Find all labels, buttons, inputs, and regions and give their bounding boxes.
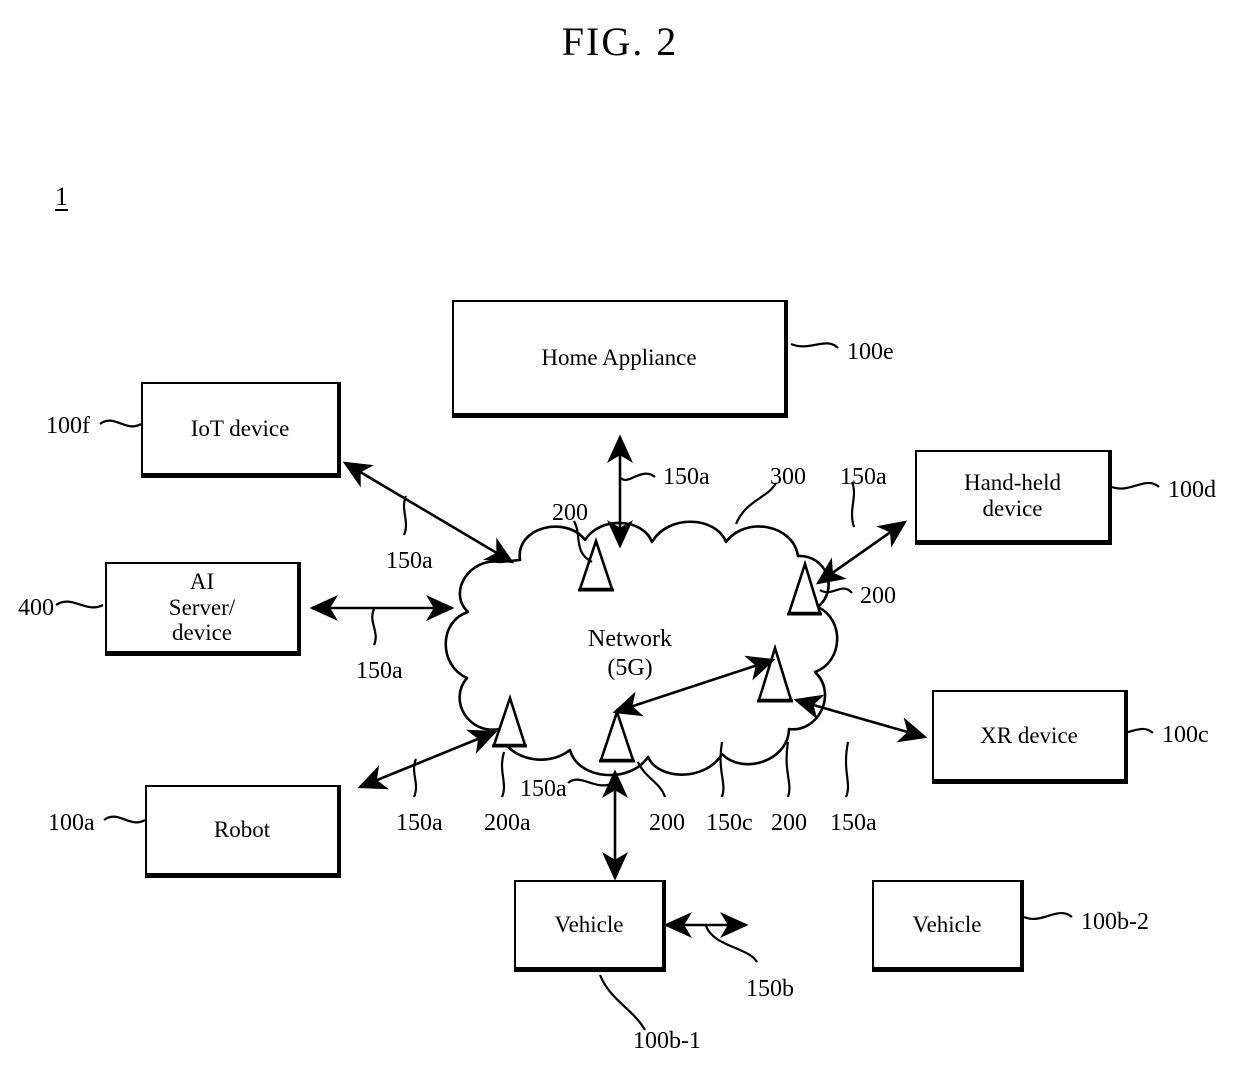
leader-200-top-left <box>573 520 593 563</box>
ref-100c: 100c <box>1162 722 1209 748</box>
ref-200-right-upper: 200 <box>860 583 896 609</box>
figure-title: FIG. 2 <box>561 19 679 64</box>
leader-400 <box>55 600 104 609</box>
node-vehicle-2-label: Vehicle <box>912 911 982 937</box>
ref-150a-iot: 150a <box>386 548 433 574</box>
node-vehicle-1[interactable]: Vehicle <box>514 880 666 972</box>
ref-100b-2: 100b-2 <box>1081 909 1149 935</box>
leader-150a-xr <box>844 741 850 798</box>
ref-100b-1: 100b-1 <box>633 1028 701 1054</box>
leader-100d <box>1111 481 1160 490</box>
node-ai-server[interactable]: AI Server/ device <box>105 562 301 656</box>
network-cloud-label: Network (5G) <box>565 625 695 683</box>
ref-150a-xr: 150a <box>830 810 877 836</box>
ref-150a-robot: 150a <box>396 810 443 836</box>
leader-150a-vehicle <box>567 778 614 787</box>
node-home-appliance[interactable]: Home Appliance <box>452 300 788 418</box>
leader-200a <box>500 751 506 798</box>
leader-200-right-upper <box>819 587 853 594</box>
base-station-tower-bottom-center <box>599 707 635 763</box>
ref-150a-handheld: 150a <box>840 464 887 490</box>
leader-200-bottom-center <box>636 761 667 798</box>
leader-150b <box>704 925 758 963</box>
node-robot-label: Robot <box>213 817 271 843</box>
ref-150a-ai-server: 150a <box>356 658 403 684</box>
node-iot-device[interactable]: IoT device <box>141 382 341 478</box>
ref-300-network: 300 <box>770 464 806 490</box>
ref-400: 400 <box>18 595 54 621</box>
ref-150b-vehicle-link: 150b <box>746 976 794 1002</box>
node-hand-held-device-label-line2: device <box>982 496 1043 521</box>
leader-150c <box>719 741 725 798</box>
node-ai-server-label-line3: device <box>171 620 232 646</box>
node-robot[interactable]: Robot <box>145 785 341 878</box>
leader-100b-1 <box>598 974 646 1031</box>
node-hand-held-device-label-line1: Hand-held <box>963 470 1062 496</box>
leader-150a-iot <box>402 495 408 536</box>
link-xr-device <box>793 694 928 743</box>
ref-200-bottom-right: 200 <box>771 810 807 836</box>
leader-100f <box>99 419 142 428</box>
base-station-tower-top <box>578 536 614 592</box>
ref-150c-xr: 150c <box>706 810 753 836</box>
base-station-tower-right-lower <box>757 643 793 703</box>
node-ai-server-label-line2: Server/ <box>168 594 236 620</box>
node-vehicle-2[interactable]: Vehicle <box>872 880 1024 972</box>
figure-system-number: 1 <box>55 182 68 211</box>
node-xr-device-label: XR device <box>980 722 1078 748</box>
ref-200-top-left: 200 <box>552 500 588 526</box>
figure-page: FIG. 2 1 Home Appliance IoT device AI Se… <box>0 0 1240 1069</box>
ref-100d: 100d <box>1168 477 1216 503</box>
leader-200-bottom-right <box>785 741 791 798</box>
node-vehicle-1-label: Vehicle <box>554 911 624 937</box>
link-robot <box>357 729 498 790</box>
base-station-tower-left-lower <box>492 693 527 748</box>
leader-100e <box>790 342 839 349</box>
leader-150a-home <box>620 472 656 481</box>
leader-100b-2 <box>1023 911 1073 920</box>
link-hand-held <box>815 520 908 585</box>
leader-150a-robot <box>412 758 418 798</box>
node-ai-server-label-line1: AI <box>189 568 215 594</box>
node-iot-device-label: IoT device <box>190 415 290 441</box>
node-home-appliance-label: Home Appliance <box>541 344 697 370</box>
node-xr-device[interactable]: XR device <box>932 690 1128 784</box>
ref-150a-vehicle: 150a <box>520 776 567 802</box>
leader-100a <box>103 815 146 824</box>
ref-200a-bottom-left: 200a <box>484 810 531 836</box>
ref-200-bottom-center: 200 <box>649 810 685 836</box>
node-hand-held-device[interactable]: Hand-held device <box>915 450 1112 545</box>
ref-100e: 100e <box>847 339 894 365</box>
base-station-tower-right-upper <box>787 559 822 616</box>
ref-150a-home-appliance: 150a <box>663 464 710 490</box>
ref-100a: 100a <box>48 810 95 836</box>
network-cloud-label-line1: Network <box>588 626 672 652</box>
leader-150a-ai <box>371 608 377 646</box>
ref-100f: 100f <box>46 413 90 439</box>
network-cloud-label-line2: (5G) <box>607 654 653 681</box>
